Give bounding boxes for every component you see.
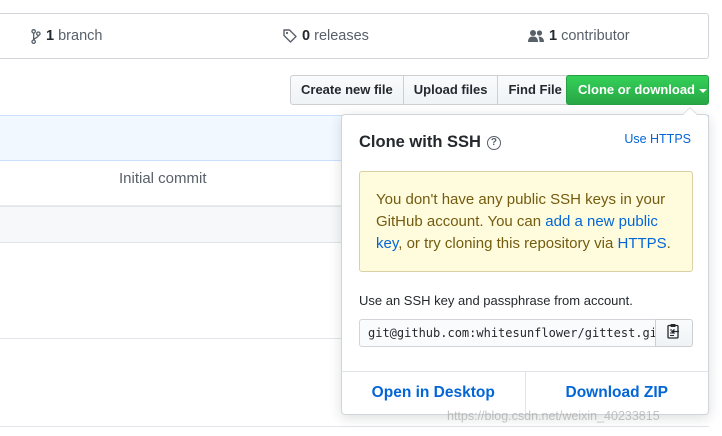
clone-title-text: Clone with SSH: [359, 133, 481, 151]
https-link[interactable]: HTTPS: [618, 235, 667, 252]
tag-icon: [283, 29, 297, 43]
create-new-file-button[interactable]: Create new file: [290, 75, 404, 105]
release-label: releases: [314, 28, 369, 44]
commit-message[interactable]: Initial commit: [119, 170, 207, 187]
releases-link[interactable]: 0 releases: [283, 14, 369, 58]
flash-text-2: , or try cloning this repository via: [398, 235, 618, 252]
people-icon: [528, 29, 544, 43]
branch-label: branch: [58, 28, 103, 44]
find-file-button[interactable]: Find File: [498, 75, 573, 105]
open-in-desktop-button[interactable]: Open in Desktop: [342, 372, 525, 414]
release-count: 0: [302, 28, 311, 44]
clone-title: Clone with SSH ?: [359, 133, 501, 152]
ssh-note: Use an SSH key and passphrase from accou…: [359, 293, 633, 308]
caret-down-icon: [699, 88, 707, 93]
ssh-warning-flash: You don't have any public SSH keys in yo…: [359, 171, 693, 272]
contributors-link[interactable]: 1 contributor: [528, 14, 630, 58]
clone-dropdown: Clone with SSH ? Use HTTPS You don't hav…: [341, 107, 709, 415]
clone-or-download-label: Clone or download: [578, 82, 695, 97]
clone-url-input[interactable]: git@github.com:whitesunflower/gittest.gi…: [359, 319, 655, 347]
copy-to-clipboard-button[interactable]: [655, 319, 693, 347]
download-zip-button[interactable]: Download ZIP: [524, 372, 709, 414]
question-icon[interactable]: ?: [486, 135, 501, 150]
divider: [0, 426, 709, 427]
branch-count-link[interactable]: 1 branch: [31, 14, 102, 58]
git-branch-icon: [31, 28, 41, 44]
branch-count: 1: [46, 28, 55, 44]
contributor-label: contributor: [561, 28, 630, 44]
contributor-count: 1: [549, 28, 558, 44]
flash-text-3: .: [666, 235, 671, 252]
watermark: https://blog.csdn.net/weixin_40233815: [447, 409, 660, 423]
use-https-link[interactable]: Use HTTPS: [624, 132, 691, 146]
upload-files-button[interactable]: Upload files: [403, 75, 499, 105]
clone-dropdown-footer: Open in Desktop Download ZIP: [342, 371, 708, 414]
clipboard-icon: [667, 323, 681, 344]
numbers-summary: 1 branch 0 releases 1 contributor: [0, 13, 709, 59]
clone-or-download-button[interactable]: Clone or download: [566, 75, 709, 105]
file-actions-group: Create new file Upload files Find File: [290, 75, 573, 105]
